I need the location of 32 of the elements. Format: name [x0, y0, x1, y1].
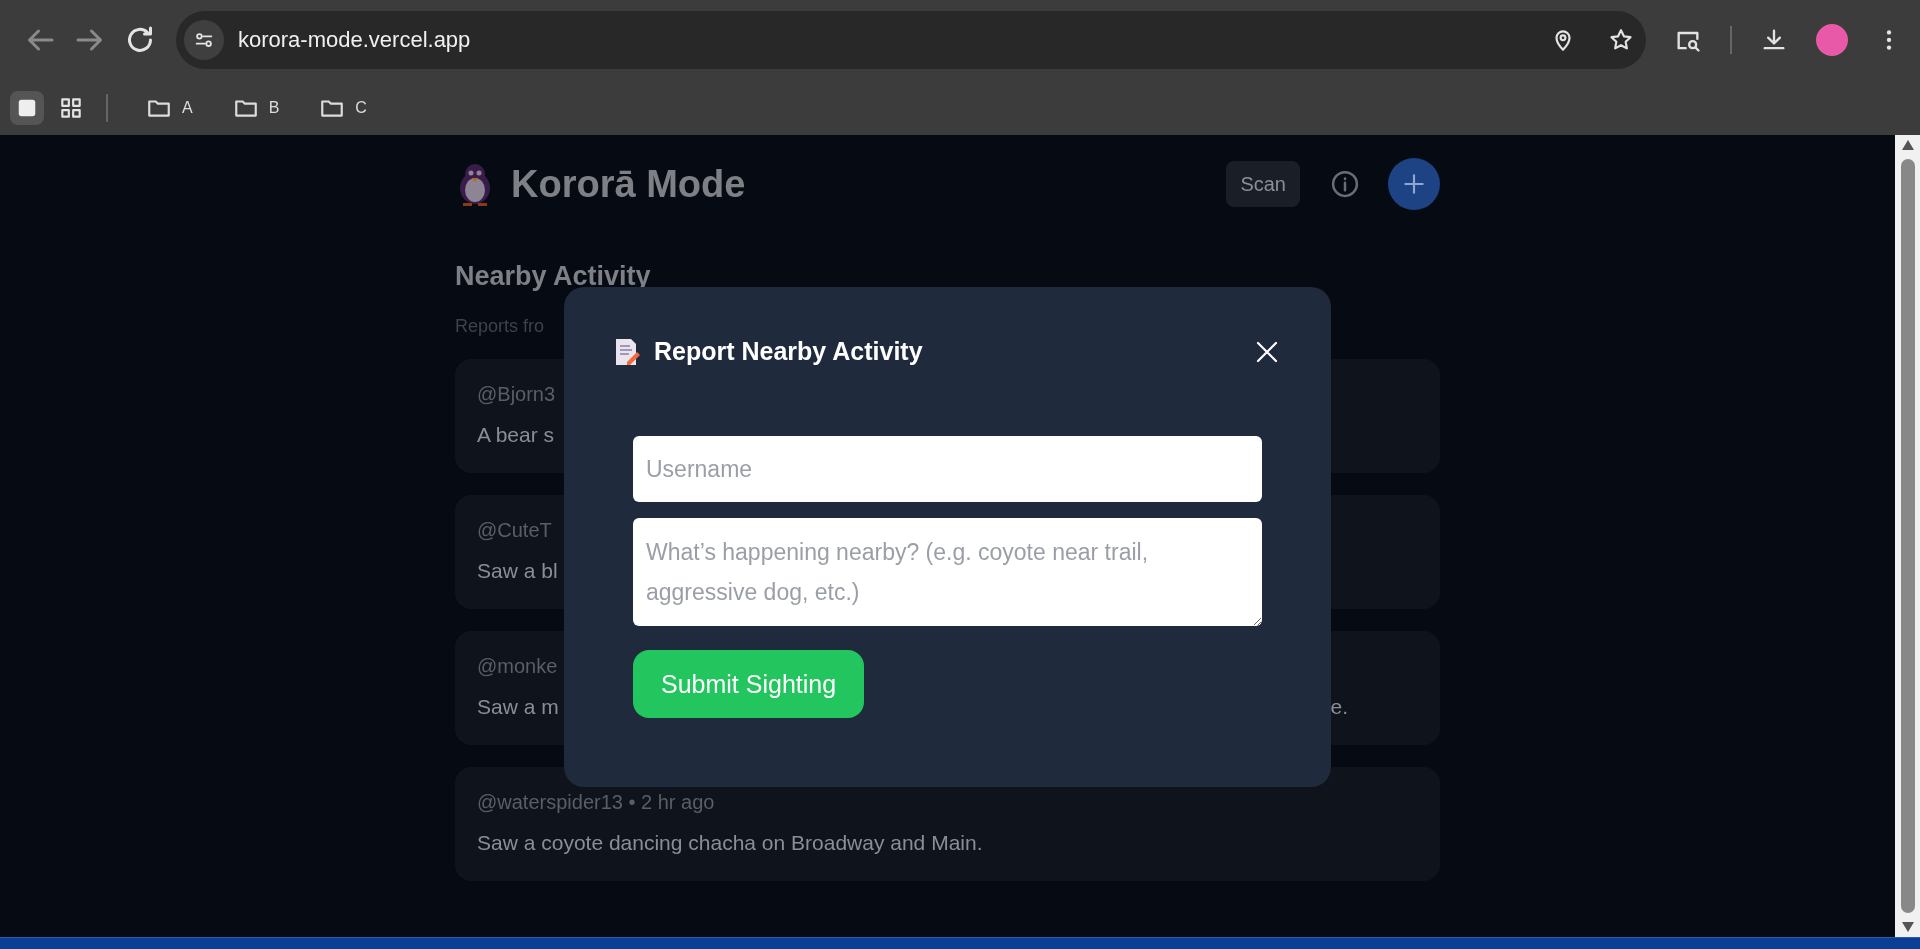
address-bar[interactable]: korora-mode.vercel.app [176, 11, 1646, 69]
info-icon[interactable] [1330, 169, 1360, 199]
post-text: Saw a coyote dancing chacha on Broadway and Main. [477, 831, 983, 855]
url-text: korora-mode.vercel.app [238, 27, 472, 53]
dialog-title: Report Nearby Activity [654, 337, 924, 366]
close-icon[interactable] [1255, 339, 1279, 364]
post-text: e. [1330, 695, 1348, 719]
scroll-down-icon[interactable] [1900, 921, 1915, 933]
scrollbar-thumb[interactable] [1900, 159, 1915, 913]
post-text: Saw a bl [477, 559, 558, 583]
post-meta: @CuteT [477, 519, 553, 542]
site-info-icon[interactable] [184, 20, 224, 60]
memo-icon [614, 337, 640, 366]
plus-icon [1401, 171, 1427, 197]
post-text: A bear s [477, 423, 555, 447]
add-button[interactable] [1388, 158, 1440, 210]
app-title: Kororā Mode [511, 162, 747, 206]
description-field[interactable]: What’s happening nearby? (e.g. coyote near trail, aggressive dog, etc.) [633, 518, 1262, 626]
bookmark-folder[interactable]: A [136, 88, 203, 127]
post-meta: @waterspider13 • 2 hr ago [477, 791, 716, 814]
username-field[interactable]: Username [633, 436, 1262, 502]
tab-icon[interactable] [10, 90, 44, 125]
post-meta: @Bjorn3 [477, 383, 557, 406]
bookmark-folder[interactable]: B [222, 88, 290, 127]
profile-avatar[interactable] [1816, 24, 1848, 56]
section-title: Nearby Activity [455, 261, 652, 292]
bookmark-folder[interactable]: C [309, 88, 377, 127]
section-subtitle: Reports fro [455, 316, 546, 337]
scan-button[interactable]: Scan [1226, 161, 1300, 207]
post-text: Saw a m [477, 695, 559, 719]
post-meta: @monke [477, 655, 559, 678]
scroll-up-icon[interactable] [1900, 139, 1915, 151]
